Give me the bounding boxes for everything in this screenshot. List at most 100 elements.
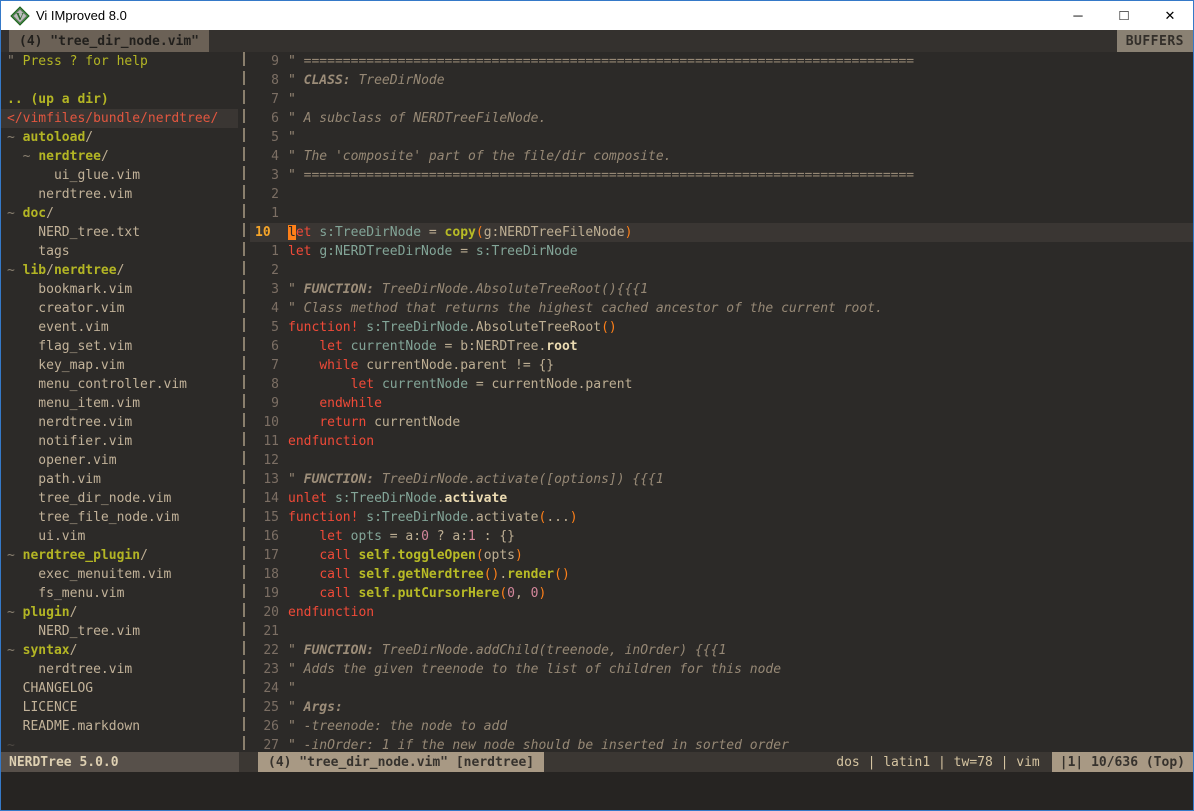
nerdtree-row[interactable]: NERD_tree.vim [1, 622, 238, 641]
nerdtree-row[interactable]: ui_glue.vim [1, 166, 238, 185]
editor-line[interactable]: 23" Adds the given treenode to the list … [250, 660, 1193, 679]
syntax-token: g:NERDTreeDirNode [319, 244, 452, 259]
editor-line[interactable]: 15function! s:TreeDirNode.activate(...) [250, 508, 1193, 527]
editor-line[interactable]: 1 [250, 204, 1193, 223]
editor-line[interactable]: 9 endwhile [250, 394, 1193, 413]
nerdtree-row[interactable]: ~ nerdtree_plugin/ [1, 546, 238, 565]
nerdtree-root-row[interactable]: </vimfiles/bundle/nerdtree/ [1, 109, 238, 128]
syntax-token: / [101, 149, 109, 164]
syntax-token: call [319, 586, 350, 601]
editor-line[interactable]: 5function! s:TreeDirNode.AbsoluteTreeRoo… [250, 318, 1193, 337]
editor-line[interactable]: 14unlet s:TreeDirNode.activate [250, 489, 1193, 508]
nerdtree-row[interactable]: event.vim [1, 318, 238, 337]
tab-tree-dir-node[interactable]: (4) "tree_dir_node.vim" [9, 30, 209, 52]
nerdtree-row[interactable]: .. (up a dir) [1, 90, 238, 109]
line-number: 9 [250, 394, 288, 413]
window-split-separator[interactable] [238, 52, 250, 752]
editor-line[interactable]: 18 call self.getNerdtree().render() [250, 565, 1193, 584]
editor-line[interactable]: 3" =====================================… [250, 166, 1193, 185]
editor-line[interactable]: 9" =====================================… [250, 52, 1193, 71]
minimize-button[interactable]: ─ [1055, 1, 1101, 30]
line-number: 2 [250, 185, 288, 204]
nerdtree-row[interactable]: flag_set.vim [1, 337, 238, 356]
nerdtree-row[interactable]: menu_controller.vim [1, 375, 238, 394]
nerdtree-row[interactable]: tree_dir_node.vim [1, 489, 238, 508]
nerdtree-row[interactable]: notifier.vim [1, 432, 238, 451]
editor-line[interactable]: 7" [250, 90, 1193, 109]
editor-line[interactable]: 25" Args: [250, 698, 1193, 717]
nerdtree-row[interactable]: NERD_tree.txt [1, 223, 238, 242]
close-button[interactable]: ✕ [1147, 1, 1193, 30]
line-number: 5 [250, 318, 288, 337]
syntax-token: / [70, 643, 78, 658]
line-number: 9 [250, 52, 288, 71]
nerdtree-row[interactable]: exec_menuitem.vim [1, 565, 238, 584]
editor-line[interactable]: 4" The 'composite' part of the file/dir … [250, 147, 1193, 166]
editor-line[interactable]: 17 call self.toggleOpen(opts) [250, 546, 1193, 565]
editor-line[interactable]: 5" [250, 128, 1193, 147]
editor-line[interactable]: 8 let currentNode = currentNode.parent [250, 375, 1193, 394]
nerdtree-row[interactable]: fs_menu.vim [1, 584, 238, 603]
maximize-button[interactable]: □ [1101, 1, 1147, 30]
syntax-token: " [288, 130, 296, 145]
editor-line[interactable]: 6" A subclass of NERDTreeFileNode. [250, 109, 1193, 128]
nerdtree-row[interactable]: ~ autoload/ [1, 128, 238, 147]
editor-line[interactable]: 3" FUNCTION: TreeDirNode.AbsoluteTreeRoo… [250, 280, 1193, 299]
editor-line[interactable]: 20endfunction [250, 603, 1193, 622]
editor-line[interactable]: 11endfunction [250, 432, 1193, 451]
nerdtree-row[interactable]: tags [1, 242, 238, 261]
nerdtree-row[interactable] [1, 71, 238, 90]
nerdtree-row[interactable]: ~ doc/ [1, 204, 238, 223]
nerdtree-row[interactable]: " Press ? for help [1, 52, 238, 71]
command-line[interactable] [1, 772, 1193, 810]
nerdtree-row[interactable]: tree_file_node.vim [1, 508, 238, 527]
editor-line[interactable]: 6 let currentNode = b:NERDTree.root [250, 337, 1193, 356]
nerdtree-row[interactable]: ~ [1, 736, 238, 752]
syntax-token [374, 377, 382, 392]
editor-line[interactable]: 27" -inOrder: 1 if the new node should b… [250, 736, 1193, 752]
line-number: 11 [250, 432, 288, 451]
nerdtree-row[interactable]: ~ nerdtree/ [1, 147, 238, 166]
editor-line[interactable]: 26" -treenode: the node to add [250, 717, 1193, 736]
nerdtree-row[interactable]: ~ syntax/ [1, 641, 238, 660]
nerdtree-row[interactable]: creator.vim [1, 299, 238, 318]
editor-line[interactable]: 4" Class method that returns the highest… [250, 299, 1193, 318]
nerdtree-row[interactable]: menu_item.vim [1, 394, 238, 413]
syntax-token: 0 [421, 529, 429, 544]
nerdtree-row[interactable]: bookmark.vim [1, 280, 238, 299]
nerdtree-row[interactable]: ui.vim [1, 527, 238, 546]
editor-line[interactable]: 13" FUNCTION: TreeDirNode.activate([opti… [250, 470, 1193, 489]
editor-line[interactable]: 22" FUNCTION: TreeDirNode.addChild(treen… [250, 641, 1193, 660]
editor-current-line[interactable]: 10let s:TreeDirNode = copy(g:NERDTreeFil… [250, 223, 1193, 242]
nerdtree-row[interactable]: nerdtree.vim [1, 185, 238, 204]
editor-line[interactable]: 24" [250, 679, 1193, 698]
editor-line[interactable]: 21 [250, 622, 1193, 641]
nerdtree-row[interactable]: ~ plugin/ [1, 603, 238, 622]
editor-line[interactable]: 16 let opts = a:0 ? a:1 : {} [250, 527, 1193, 546]
editor-line[interactable]: 19 call self.putCursorHere(0, 0) [250, 584, 1193, 603]
editor-line[interactable]: 12 [250, 451, 1193, 470]
syntax-token: " [288, 700, 304, 715]
syntax-token: " -inOrder: 1 if the new node should be … [288, 738, 789, 752]
editor-line[interactable]: 1let g:NERDTreeDirNode = s:TreeDirNode [250, 242, 1193, 261]
editor-line[interactable]: 7 while currentNode.parent != {} [250, 356, 1193, 375]
syntax-token: function! [288, 320, 358, 335]
nerdtree-row[interactable]: nerdtree.vim [1, 413, 238, 432]
editor-line[interactable]: 2 [250, 261, 1193, 280]
syntax-token: .activate [468, 510, 538, 525]
line-number: 20 [250, 603, 288, 622]
editor-line[interactable]: 2 [250, 185, 1193, 204]
editor-line[interactable]: 8" CLASS: TreeDirNode [250, 71, 1193, 90]
syntax-token: opts [351, 529, 382, 544]
syntax-token: s:TreeDirNode [476, 244, 578, 259]
nerdtree-row[interactable]: key_map.vim [1, 356, 238, 375]
nerdtree-row[interactable]: path.vim [1, 470, 238, 489]
nerdtree-row[interactable]: ~ lib/nerdtree/ [1, 261, 238, 280]
nerdtree-row[interactable]: LICENCE [1, 698, 238, 717]
editor-line[interactable]: 10 return currentNode [250, 413, 1193, 432]
nerdtree-row[interactable]: opener.vim [1, 451, 238, 470]
nerdtree-row[interactable]: README.markdown [1, 717, 238, 736]
nerdtree-row[interactable]: nerdtree.vim [1, 660, 238, 679]
syntax-token: s:TreeDirNode [366, 320, 468, 335]
nerdtree-row[interactable]: CHANGELOG [1, 679, 238, 698]
